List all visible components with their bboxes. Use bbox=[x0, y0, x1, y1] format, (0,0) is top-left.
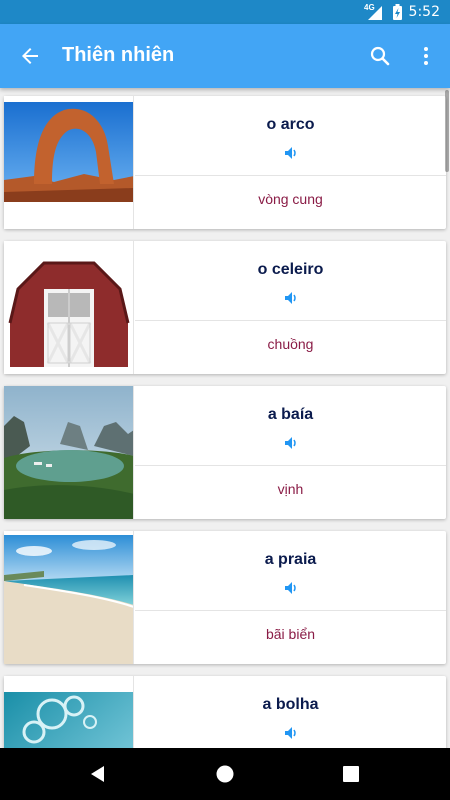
word-card[interactable]: a baía vịnh bbox=[4, 386, 446, 519]
app-bar: Thiên nhiên bbox=[0, 24, 450, 88]
word-text: o arco bbox=[266, 116, 315, 133]
word-card[interactable]: o celeiro chuồng bbox=[4, 241, 446, 374]
divider bbox=[135, 175, 446, 176]
word-card[interactable]: a bolha bbox=[4, 676, 446, 748]
word-card[interactable]: a praia bãi biển bbox=[4, 531, 446, 664]
nav-recents-icon[interactable] bbox=[339, 762, 363, 786]
beach-image bbox=[4, 531, 134, 664]
more-vert-icon[interactable] bbox=[414, 44, 438, 68]
divider bbox=[135, 320, 446, 321]
status-bar: 4G 5:52 bbox=[0, 0, 450, 24]
word-text: a bolha bbox=[262, 696, 319, 713]
bay-image bbox=[4, 386, 134, 519]
nav-back-icon[interactable] bbox=[86, 762, 110, 786]
speaker-icon[interactable] bbox=[284, 146, 298, 160]
signal-icon bbox=[368, 6, 382, 20]
arch-image bbox=[4, 96, 134, 229]
battery-charging-icon bbox=[393, 4, 402, 20]
divider bbox=[135, 610, 446, 611]
word-list[interactable]: o arco vòng cung o celeiro chuồng a baía… bbox=[0, 88, 450, 748]
search-icon[interactable] bbox=[368, 44, 392, 68]
barn-image bbox=[4, 241, 134, 374]
meaning-text: chuồng bbox=[267, 336, 314, 352]
page-title: Thiên nhiên bbox=[62, 44, 175, 66]
divider bbox=[135, 465, 446, 466]
bubble-image bbox=[4, 676, 134, 748]
meaning-text: bãi biển bbox=[265, 626, 316, 642]
arrow-back-icon[interactable] bbox=[18, 44, 42, 68]
word-text: a baía bbox=[267, 406, 314, 423]
speaker-icon[interactable] bbox=[284, 291, 298, 305]
clock: 5:52 bbox=[408, 4, 440, 20]
speaker-icon[interactable] bbox=[284, 581, 298, 595]
word-text: a praia bbox=[264, 551, 317, 568]
meaning-text: vịnh bbox=[277, 481, 304, 497]
nav-home-icon[interactable] bbox=[213, 762, 237, 786]
speaker-icon[interactable] bbox=[284, 436, 298, 450]
system-nav-bar bbox=[0, 748, 450, 800]
word-card[interactable]: o arco vòng cung bbox=[4, 96, 446, 229]
meaning-text: vòng cung bbox=[258, 191, 323, 207]
scrollbar[interactable] bbox=[445, 90, 449, 172]
word-text: o celeiro bbox=[257, 261, 324, 278]
speaker-icon[interactable] bbox=[284, 726, 298, 740]
